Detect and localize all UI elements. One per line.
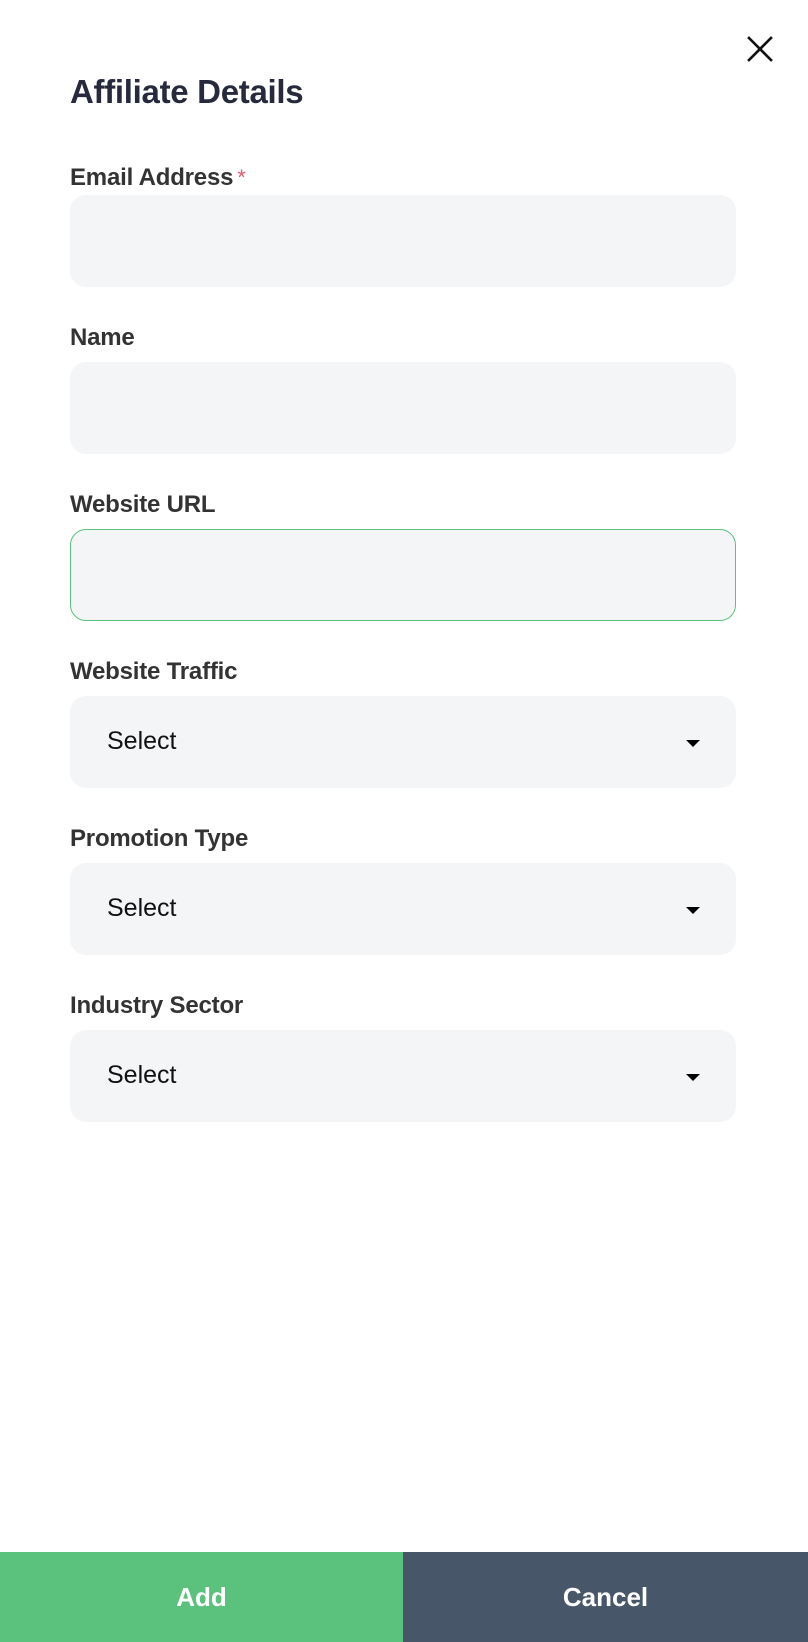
industry-sector-label: Industry Sector [70, 992, 244, 1019]
promotion-type-label: Promotion Type [70, 825, 249, 852]
name-field-group: Name [70, 323, 736, 454]
email-label-text: Email Address [70, 164, 234, 191]
website-traffic-field-group: Website Traffic Select [70, 657, 736, 788]
close-icon [747, 36, 773, 62]
industry-sector-field-group: Industry Sector Select [70, 991, 736, 1122]
cancel-button[interactable]: Cancel [403, 1552, 808, 1642]
dialog-footer: Add Cancel [0, 1552, 808, 1642]
website-traffic-select[interactable]: Select [70, 696, 736, 788]
caret-down-icon [686, 907, 700, 914]
dialog-title: Affiliate Details [70, 73, 304, 110]
website-traffic-label: Website Traffic [70, 658, 238, 685]
website-url-input[interactable] [70, 529, 736, 621]
email-input[interactable] [70, 195, 736, 287]
website-url-label: Website URL [70, 491, 216, 518]
add-button[interactable]: Add [0, 1552, 403, 1642]
promotion-type-field-group: Promotion Type Select [70, 824, 736, 955]
name-label: Name [70, 324, 135, 351]
email-label: Email Address * [70, 163, 736, 193]
promotion-type-select[interactable]: Select [70, 863, 736, 955]
caret-down-icon [686, 1074, 700, 1081]
website-traffic-selected-value: Select [107, 727, 177, 755]
industry-sector-selected-value: Select [107, 1061, 177, 1089]
email-field-group: Email Address * [70, 163, 736, 287]
close-button[interactable] [744, 33, 776, 65]
caret-down-icon [686, 740, 700, 747]
name-input[interactable] [70, 362, 736, 454]
required-asterisk: * [237, 165, 246, 190]
promotion-type-selected-value: Select [107, 894, 177, 922]
website-url-field-group: Website URL [70, 490, 736, 621]
industry-sector-select[interactable]: Select [70, 1030, 736, 1122]
